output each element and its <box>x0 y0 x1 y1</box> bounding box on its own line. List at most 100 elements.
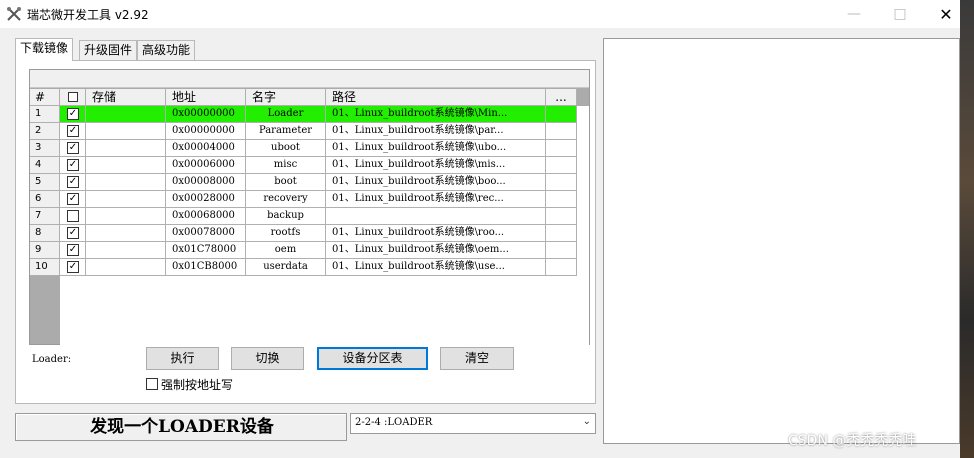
row-more[interactable] <box>546 140 577 157</box>
clear-button[interactable]: 清空 <box>440 347 514 370</box>
table-row[interactable]: 5 ✓ 0x00008000 boot 01、Linux_buildroot系统镜像\b… <box>30 174 577 191</box>
header-path[interactable]: 路径 <box>326 89 546 106</box>
row-storage[interactable] <box>86 174 166 191</box>
row-storage[interactable] <box>86 123 166 140</box>
row-more[interactable] <box>546 157 577 174</box>
row-more[interactable] <box>546 259 577 276</box>
row-path[interactable]: 01、Linux_buildroot系统镜像\rec... <box>326 191 546 208</box>
row-checkbox[interactable] <box>67 210 79 222</box>
row-path[interactable] <box>326 208 546 225</box>
row-storage[interactable] <box>86 191 166 208</box>
switch-button[interactable]: 切换 <box>231 347 304 370</box>
row-path[interactable]: 01、Linux_buildroot系统镜像\par... <box>326 123 546 140</box>
row-check-cell[interactable]: ✓ <box>60 242 86 259</box>
row-name[interactable]: uboot <box>246 140 326 157</box>
row-checkbox[interactable]: ✓ <box>67 227 79 239</box>
row-check-cell[interactable]: ✓ <box>60 106 86 123</box>
row-storage[interactable] <box>86 225 166 242</box>
device-select[interactable]: 2-2-4 :LOADER ⌄ <box>350 413 596 434</box>
table-row[interactable]: 6 ✓ 0x00028000 recovery 01、Linux_buildroot系统… <box>30 191 577 208</box>
row-name[interactable]: rootfs <box>246 225 326 242</box>
row-address[interactable]: 0x00078000 <box>166 225 246 242</box>
tab-download-image[interactable]: 下载镜像 <box>15 38 74 61</box>
table-row[interactable]: 10 ✓ 0x01CB8000 userdata 01、Linux_buildroot系… <box>30 259 577 276</box>
row-name[interactable]: Parameter <box>246 123 326 140</box>
row-path[interactable]: 01、Linux_buildroot系统镜像\Min... <box>326 106 546 123</box>
row-address[interactable]: 0x00008000 <box>166 174 246 191</box>
header-more[interactable]: ... <box>546 89 577 106</box>
row-name[interactable]: backup <box>246 208 326 225</box>
row-checkbox[interactable]: ✓ <box>67 261 79 273</box>
tab-upgrade-firmware[interactable]: 升级固件 <box>79 40 138 60</box>
force-address-label[interactable]: 强制按地址写 <box>161 376 233 393</box>
row-name[interactable]: recovery <box>246 191 326 208</box>
row-check-cell[interactable]: ✓ <box>60 123 86 140</box>
maximize-button[interactable]: □ <box>878 0 922 28</box>
row-more[interactable] <box>546 123 577 140</box>
row-name[interactable]: oem <box>246 242 326 259</box>
table-row[interactable]: 8 ✓ 0x00078000 rootfs 01、Linux_buildroot系统镜像… <box>30 225 577 242</box>
row-name[interactable]: userdata <box>246 259 326 276</box>
row-path[interactable]: 01、Linux_buildroot系统镜像\ubo... <box>326 140 546 157</box>
minimize-button[interactable]: — <box>832 0 876 28</box>
row-path[interactable]: 01、Linux_buildroot系统镜像\use... <box>326 259 546 276</box>
row-checkbox[interactable]: ✓ <box>67 159 79 171</box>
title-bar[interactable]: 瑞芯微开发工具 v2.92 — □ ✕ <box>0 0 960 28</box>
table-row[interactable]: 4 ✓ 0x00006000 misc 01、Linux_buildroot系统镜像\m… <box>30 157 577 174</box>
row-checkbox[interactable]: ✓ <box>67 193 79 205</box>
row-path[interactable]: 01、Linux_buildroot系统镜像\oem... <box>326 242 546 259</box>
row-path[interactable]: 01、Linux_buildroot系统镜像\boo... <box>326 174 546 191</box>
row-address[interactable]: 0x00000000 <box>166 106 246 123</box>
row-name[interactable]: Loader <box>246 106 326 123</box>
force-address-checkbox[interactable] <box>146 378 158 390</box>
header-storage[interactable]: 存储 <box>86 89 166 106</box>
row-checkbox[interactable]: ✓ <box>67 244 79 256</box>
tab-advanced-features[interactable]: 高级功能 <box>137 40 196 60</box>
row-path[interactable]: 01、Linux_buildroot系统镜像\mis... <box>326 157 546 174</box>
row-address[interactable]: 0x00068000 <box>166 208 246 225</box>
row-checkbox[interactable]: ✓ <box>67 108 79 120</box>
row-check-cell[interactable] <box>60 208 86 225</box>
row-name[interactable]: misc <box>246 157 326 174</box>
row-storage[interactable] <box>86 106 166 123</box>
row-check-cell[interactable]: ✓ <box>60 259 86 276</box>
row-more[interactable] <box>546 191 577 208</box>
row-more[interactable] <box>546 225 577 242</box>
header-select-all[interactable] <box>60 89 86 106</box>
row-address[interactable]: 0x00028000 <box>166 191 246 208</box>
row-check-cell[interactable]: ✓ <box>60 140 86 157</box>
row-address[interactable]: 0x01C78000 <box>166 242 246 259</box>
row-check-cell[interactable]: ✓ <box>60 157 86 174</box>
table-row[interactable]: 7 0x00068000 backup <box>30 208 577 225</box>
row-more[interactable] <box>546 174 577 191</box>
table-row[interactable]: 3 ✓ 0x00004000 uboot 01、Linux_buildroot系统镜像\… <box>30 140 577 157</box>
header-num[interactable]: # <box>30 89 60 106</box>
row-address[interactable]: 0x00004000 <box>166 140 246 157</box>
row-storage[interactable] <box>86 140 166 157</box>
row-address[interactable]: 0x01CB8000 <box>166 259 246 276</box>
row-check-cell[interactable]: ✓ <box>60 225 86 242</box>
row-address[interactable]: 0x00000000 <box>166 123 246 140</box>
row-more[interactable] <box>546 242 577 259</box>
header-address[interactable]: 地址 <box>166 89 246 106</box>
row-checkbox[interactable]: ✓ <box>67 142 79 154</box>
row-address[interactable]: 0x00006000 <box>166 157 246 174</box>
row-storage[interactable] <box>86 208 166 225</box>
row-checkbox[interactable]: ✓ <box>67 125 79 137</box>
row-storage[interactable] <box>86 242 166 259</box>
row-checkbox[interactable]: ✓ <box>67 176 79 188</box>
table-row[interactable]: 2 ✓ 0x00000000 Parameter 01、Linux_buildroot系… <box>30 123 577 140</box>
exec-button[interactable]: 执行 <box>146 347 219 370</box>
row-more[interactable] <box>546 208 577 225</box>
device-partition-table-button[interactable]: 设备分区表 <box>317 347 428 370</box>
row-storage[interactable] <box>86 157 166 174</box>
table-row[interactable]: 1 ✓ 0x00000000 Loader 01、Linux_buildroot系统镜像… <box>30 106 577 123</box>
row-check-cell[interactable]: ✓ <box>60 174 86 191</box>
row-more[interactable] <box>546 106 577 123</box>
row-check-cell[interactable]: ✓ <box>60 191 86 208</box>
select-all-checkbox[interactable] <box>68 92 78 102</box>
row-name[interactable]: boot <box>246 174 326 191</box>
header-name[interactable]: 名字 <box>246 89 326 106</box>
log-output-panel[interactable] <box>603 38 960 444</box>
chevron-down-icon[interactable]: ⌄ <box>583 416 591 427</box>
